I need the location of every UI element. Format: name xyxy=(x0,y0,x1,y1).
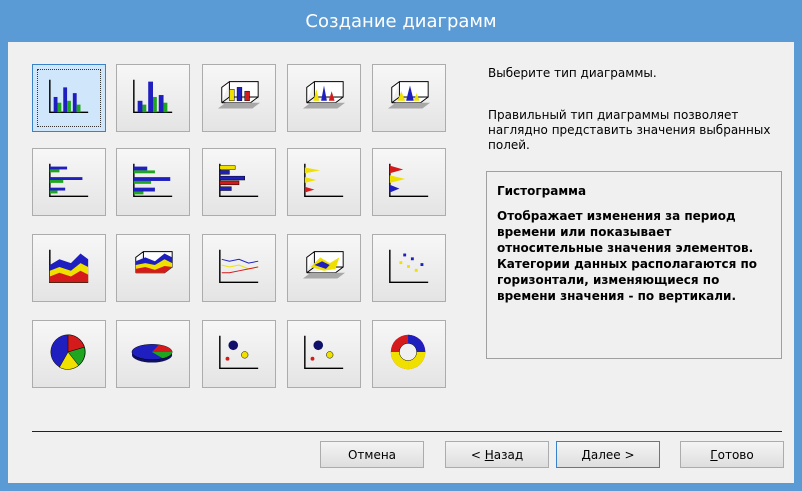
chart-type-button[interactable] xyxy=(372,64,446,132)
finish-button-accelerator: Г xyxy=(710,447,718,462)
area-chart-icon xyxy=(46,245,92,291)
chart-type-button[interactable] xyxy=(32,234,106,302)
bar-chart-icon xyxy=(46,159,92,205)
next-button-label: алее > xyxy=(590,447,635,462)
chart-type-button[interactable] xyxy=(32,148,106,216)
bubble-chart-icon xyxy=(216,331,262,377)
chart-description-box: Гистограмма Отображает изменения за пери… xyxy=(486,171,782,359)
chart-description-title: Гистограмма xyxy=(497,184,587,198)
separator xyxy=(32,431,782,432)
scatter-chart-icon xyxy=(386,245,432,291)
stacked-bar-chart-icon xyxy=(130,159,176,205)
pie-chart-icon xyxy=(46,331,92,377)
chart-description-text: Отображает изменения за период времени и… xyxy=(497,209,757,303)
doughnut-chart-icon xyxy=(386,331,432,377)
stacked-column-chart-icon xyxy=(130,75,176,121)
title-bar: Создание диаграмм xyxy=(0,0,802,42)
chart-type-button[interactable] xyxy=(116,148,190,216)
back-button[interactable]: < Назад xyxy=(445,441,549,468)
3d-pie-chart-icon xyxy=(130,331,176,377)
chart-type-button[interactable] xyxy=(32,320,106,388)
chart-type-button[interactable] xyxy=(32,64,106,132)
line-chart-icon xyxy=(216,245,262,291)
pyramid-bar-chart-icon xyxy=(386,159,432,205)
back-button-accelerator: Н xyxy=(484,447,494,462)
chart-type-button[interactable] xyxy=(287,148,361,216)
chart-wizard-window: Создание диаграмм Выберите тип диаграммы… xyxy=(0,0,802,491)
chart-type-button[interactable] xyxy=(372,320,446,388)
3d-area-chart-icon xyxy=(130,245,176,291)
window-title: Создание диаграмм xyxy=(305,10,497,32)
back-button-label: азад xyxy=(493,447,524,462)
dialog-client-area: Выберите тип диаграммы. Правильный тип д… xyxy=(8,42,794,483)
chart-type-button[interactable] xyxy=(202,64,276,132)
chart-type-button[interactable] xyxy=(287,64,361,132)
hint-text: Правильный тип диаграммы позволяет нагля… xyxy=(488,108,771,152)
chart-type-button[interactable] xyxy=(202,148,276,216)
cancel-button[interactable]: Отмена xyxy=(320,441,424,468)
3d-cone-chart-icon xyxy=(301,75,347,121)
back-button-prefix: < xyxy=(470,447,485,462)
3d-pyramid-chart-icon xyxy=(386,75,432,121)
3d-surface-chart-icon xyxy=(301,245,347,291)
bubble-3d-chart-icon xyxy=(301,331,347,377)
chart-type-button[interactable] xyxy=(372,148,446,216)
chart-type-button[interactable] xyxy=(116,320,190,388)
next-button[interactable]: Далее > xyxy=(556,441,660,468)
3d-bar-chart-icon xyxy=(216,159,262,205)
chart-type-button[interactable] xyxy=(116,64,190,132)
column-chart-icon xyxy=(46,75,92,121)
chart-type-button[interactable] xyxy=(202,234,276,302)
3d-column-chart-icon xyxy=(216,75,262,121)
chart-type-button[interactable] xyxy=(116,234,190,302)
chart-type-grid xyxy=(32,64,454,394)
chart-type-button[interactable] xyxy=(287,234,361,302)
finish-button[interactable]: Готово xyxy=(680,441,784,468)
finish-button-label: отово xyxy=(717,447,754,462)
cancel-button-label: Отмена xyxy=(347,447,397,462)
chart-type-button[interactable] xyxy=(202,320,276,388)
chart-type-button[interactable] xyxy=(372,234,446,302)
chart-type-button[interactable] xyxy=(287,320,361,388)
instruction-text: Выберите тип диаграммы. xyxy=(488,66,657,80)
next-button-accelerator: Д xyxy=(581,447,591,462)
cone-bar-chart-icon xyxy=(301,159,347,205)
